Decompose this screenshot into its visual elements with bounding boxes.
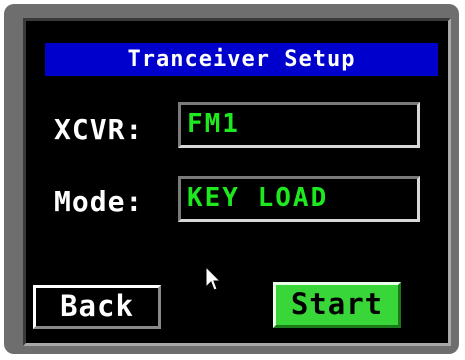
start-button[interactable]: Start xyxy=(273,282,401,328)
xcvr-field[interactable]: FM1 xyxy=(178,102,420,148)
mouse-pointer-icon xyxy=(205,266,222,291)
back-button[interactable]: Back xyxy=(33,285,161,329)
mode-field[interactable]: KEY LOAD xyxy=(178,176,420,222)
title-bar: Tranceiver Setup xyxy=(45,43,438,76)
mode-label: Mode: xyxy=(54,185,144,218)
xcvr-label: XCVR: xyxy=(54,113,144,146)
